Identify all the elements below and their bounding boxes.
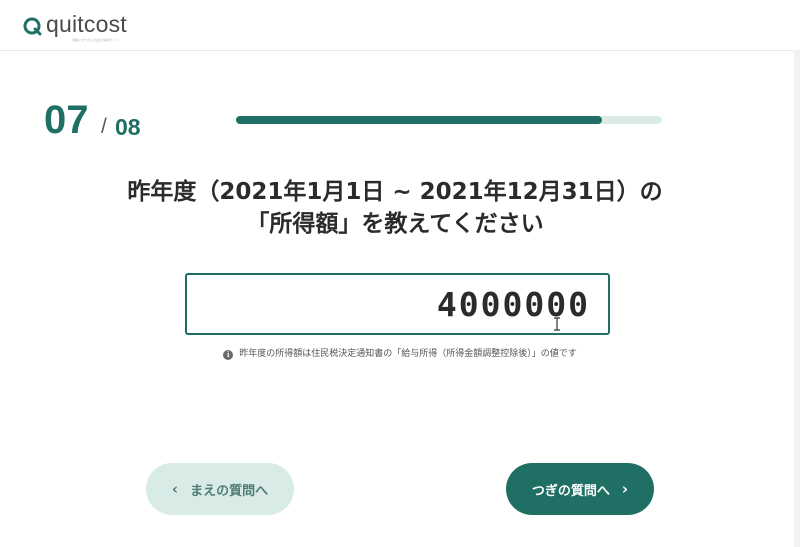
input-note-text: 昨年度の所得額は住民税決定通知書の「給与所得（所得金額調整控除後）」の値です — [239, 349, 577, 359]
next-question-label: つぎの質問へ — [531, 483, 610, 499]
logo-q-icon — [22, 16, 42, 36]
chevron-left-icon: ‹ — [171, 480, 179, 498]
brand-name: quitcost — [46, 11, 127, 37]
site-header: quitcost 退職にまつわるお金の情報サイト — [0, 0, 800, 51]
next-question-button[interactable]: つぎの質問へ › — [506, 463, 654, 515]
prev-question-button[interactable]: ‹ まえの質問へ — [146, 463, 294, 515]
brand-tagline: 退職にまつわるお金の情報サイト — [72, 38, 119, 42]
question-text: 昨年度（2021年1月1日 ~ 2021年12月31日）の 「所得額」を教えてく… — [0, 176, 790, 240]
step-current: 07 — [44, 98, 89, 142]
text-cursor-icon — [553, 316, 561, 331]
chevron-right-icon: › — [621, 480, 629, 498]
input-note: i 昨年度の所得額は住民税決定通知書の「給与所得（所得金額調整控除後）」の値です — [0, 347, 800, 361]
right-edge-shadow — [794, 50, 800, 547]
question-line-1: 昨年度（2021年1月1日 ~ 2021年12月31日）の — [127, 179, 663, 205]
income-input[interactable] — [187, 275, 608, 333]
prev-question-label: まえの質問へ — [190, 483, 269, 499]
income-input-box[interactable] — [185, 273, 610, 335]
step-separator: / — [101, 115, 107, 138]
question-line-2: 「所得額」を教えてください — [246, 211, 544, 237]
brand-logo[interactable]: quitcost 退職にまつわるお金の情報サイト — [22, 9, 127, 43]
info-icon: i — [223, 350, 234, 360]
step-total: 08 — [115, 114, 141, 140]
progress-bar-fill — [236, 116, 602, 124]
progress-bar — [236, 116, 662, 124]
